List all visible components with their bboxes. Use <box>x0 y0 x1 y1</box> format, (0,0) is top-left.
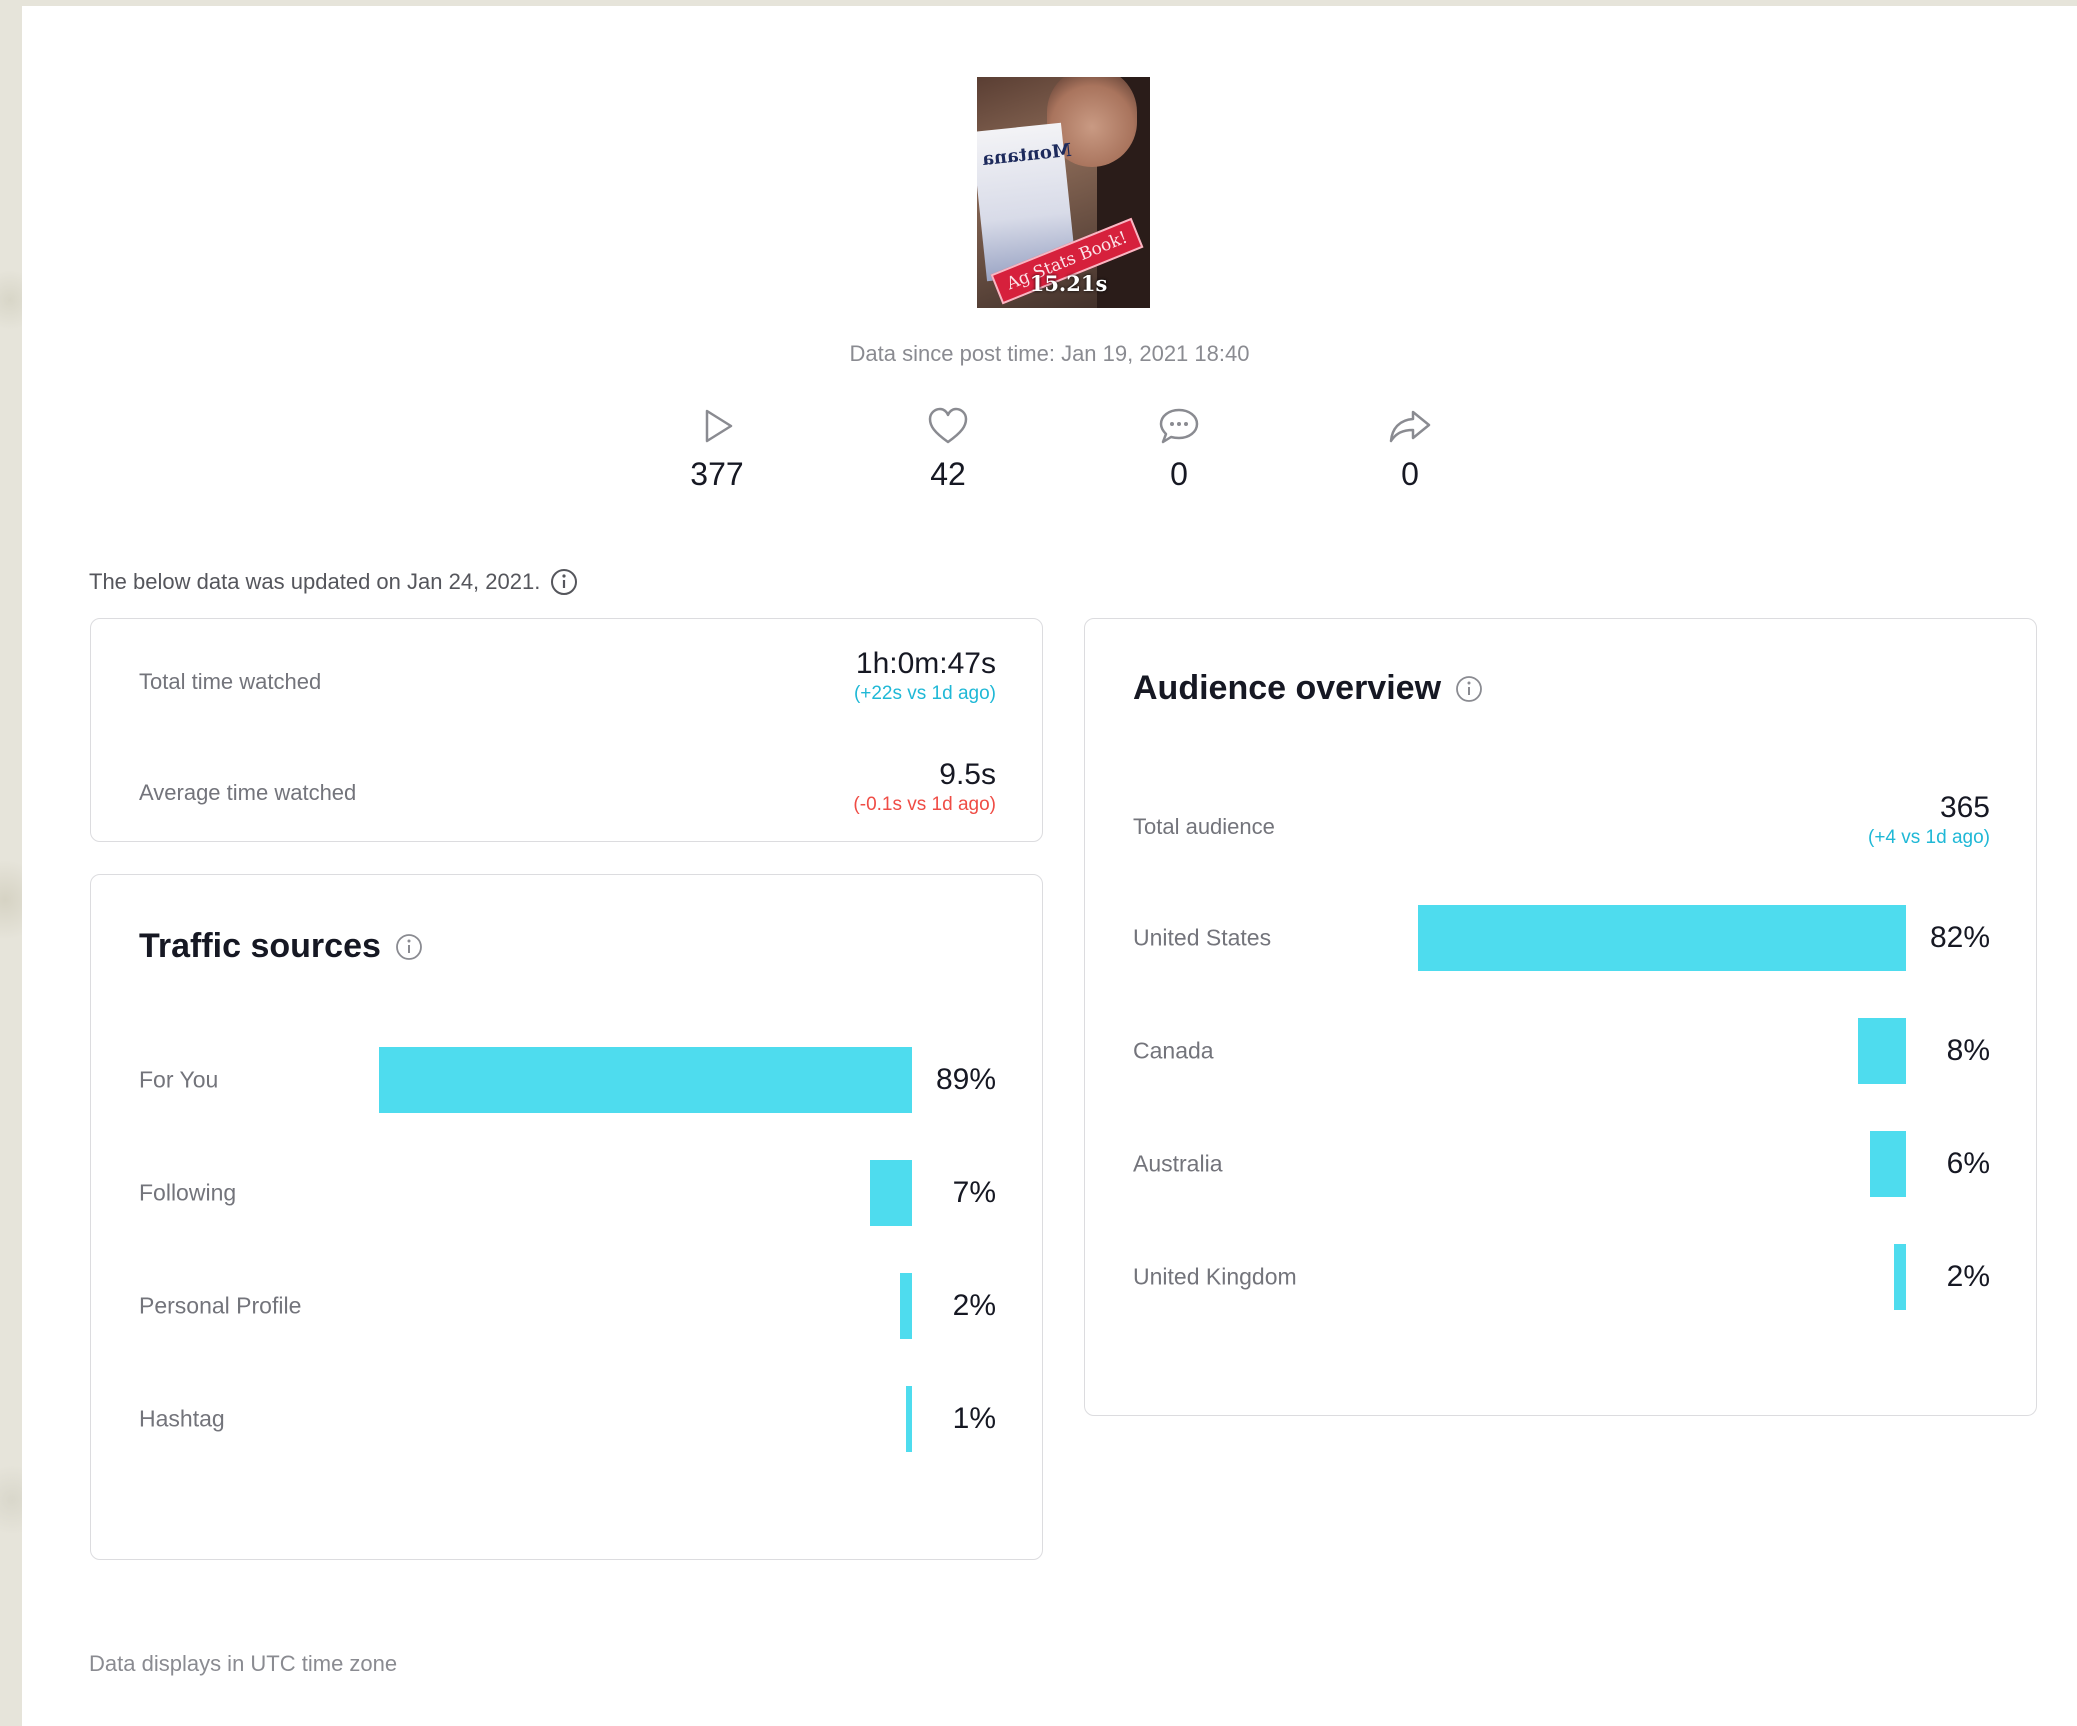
video-duration: 15.21s <box>1029 271 1108 296</box>
total-time-watched-number: 1h:0m:47s <box>855 647 996 680</box>
bar-row-percent: 82% <box>1929 921 1990 954</box>
stat-shares: 0 <box>1350 406 1470 493</box>
bar-row-label: United Kingdom <box>1133 1263 1297 1290</box>
bar <box>1894 1244 1906 1310</box>
bar <box>379 1047 912 1113</box>
bar-row: For You 89% <box>139 1047 996 1113</box>
thumbnail-book-title: Montana <box>981 139 1073 171</box>
share-icon <box>1389 410 1431 443</box>
audience-overview-card: Audience overview Total audience 365 (+4… <box>1084 618 2037 1416</box>
bar <box>1418 905 1906 971</box>
video-thumbnail[interactable]: Montana Ag Stats Book! 15.21s <box>977 77 1150 308</box>
stat-value: 42 <box>930 456 966 492</box>
total-time-watched-delta: (+22s vs 1d ago) <box>853 683 996 704</box>
stat-likes: 42 <box>888 406 1008 493</box>
stat-value: 377 <box>690 456 744 492</box>
bar-row-label: Canada <box>1133 1037 1214 1064</box>
analytics-page: Montana Ag Stats Book! 15.21s Data since… <box>22 6 2077 1726</box>
stat-comments: 0 <box>1119 406 1239 493</box>
timezone-note: Data displays in UTC time zone <box>89 1651 398 1676</box>
info-icon[interactable] <box>395 933 423 961</box>
bar-row-percent: 7% <box>952 1176 996 1209</box>
bar-row-label: United States <box>1133 924 1272 951</box>
bar-row-percent: 8% <box>1946 1034 1990 1067</box>
total-audience-value: 365 (+4 vs 1d ago) <box>1868 791 1990 849</box>
bar <box>870 1160 912 1226</box>
bar-row-label: For You <box>139 1066 219 1093</box>
total-time-watched-value: 1h:0m:47s (+22s vs 1d ago) <box>854 647 996 705</box>
bar-row: Hashtag 1% <box>139 1386 996 1452</box>
audience-overview-title-text: Audience overview <box>1133 669 1442 707</box>
stat-views: 377 <box>657 406 777 493</box>
watch-time-card: Total time watched 1h:0m:47s (+22s vs 1d… <box>90 618 1043 842</box>
average-time-watched-label: Average time watched <box>139 780 357 805</box>
bar-row: Following 7% <box>139 1160 996 1226</box>
play-icon <box>705 409 733 443</box>
total-time-watched-label: Total time watched <box>139 669 322 694</box>
bar-row: Personal Profile 2% <box>139 1273 996 1339</box>
bar-row: United Kingdom 2% <box>1133 1244 1990 1310</box>
stat-value: 0 <box>1170 456 1188 492</box>
bar-row-percent: 6% <box>1946 1147 1990 1180</box>
bar <box>906 1386 912 1452</box>
bar-row-percent: 2% <box>1946 1260 1990 1293</box>
data-updated-text: The below data was updated on Jan 24, 20… <box>89 569 541 594</box>
traffic-sources-card: Traffic sources For You 89% Following 7% Per… <box>90 874 1043 1560</box>
stat-value: 0 <box>1401 456 1419 492</box>
total-audience-number: 365 <box>1939 791 1990 824</box>
bar-row: United States 82% <box>1133 905 1990 971</box>
heart-icon <box>928 407 968 444</box>
average-time-watched-number: 9.5s <box>939 758 996 791</box>
bar-row-percent: 1% <box>952 1402 996 1435</box>
traffic-sources-title-text: Traffic sources <box>139 927 381 965</box>
average-time-watched-delta: (-0.1s vs 1d ago) <box>853 794 996 815</box>
data-updated-note: The below data was updated on Jan 24, 20… <box>89 568 578 596</box>
audience-overview-title: Audience overview <box>1133 669 1483 708</box>
bar <box>1858 1018 1906 1084</box>
bar-row: Canada 8% <box>1133 1018 1990 1084</box>
bar-row-label: Australia <box>1133 1150 1223 1177</box>
comment-icon <box>1159 408 1199 444</box>
bar-row-percent: 2% <box>952 1289 996 1322</box>
post-time-text: Data since post time: Jan 19, 2021 18:40 <box>849 341 1250 366</box>
bar <box>1870 1131 1906 1197</box>
bar-row-label: Hashtag <box>139 1405 225 1432</box>
bar-row-label: Following <box>139 1179 237 1206</box>
info-icon[interactable] <box>1455 675 1483 703</box>
total-audience-delta: (+4 vs 1d ago) <box>1868 827 1990 848</box>
bar-row-percent: 89% <box>935 1063 996 1096</box>
bar-row: Australia 6% <box>1133 1131 1990 1197</box>
average-time-watched-value: 9.5s (-0.1s vs 1d ago) <box>853 758 996 816</box>
traffic-sources-title: Traffic sources <box>139 927 423 966</box>
info-icon[interactable] <box>550 568 578 596</box>
total-audience-label: Total audience <box>1133 814 1275 839</box>
bar-row-label: Personal Profile <box>139 1292 302 1319</box>
bar <box>900 1273 912 1339</box>
